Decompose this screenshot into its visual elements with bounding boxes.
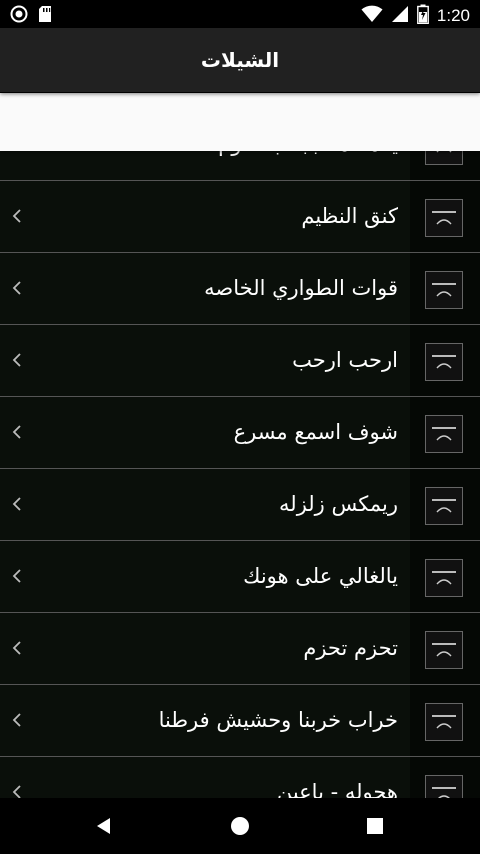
- songs-list[interactable]: يا هلا هلا بجدب علوم كنق النظيم قوات الط…: [0, 151, 480, 798]
- songs-list-inner: يا هلا هلا بجدب علوم كنق النظيم قوات الط…: [0, 151, 480, 798]
- list-item[interactable]: يالغالي على هونك: [0, 541, 480, 613]
- page-title: الشيلات: [200, 48, 280, 72]
- list-item-label: يا هلا هلا بجدب علوم: [218, 151, 398, 180]
- thumb-column: [410, 253, 480, 324]
- battery-icon: [417, 4, 429, 28]
- list-item-label: كنق النظيم: [301, 204, 398, 228]
- status-time: 1:20: [436, 6, 470, 25]
- sd-card-icon: [38, 5, 52, 27]
- list-item-label: ريمكس زلزله: [279, 492, 398, 516]
- wifi-icon: [361, 5, 383, 27]
- thumbnail-icon: [425, 775, 463, 798]
- chevron-left-icon: [12, 569, 21, 583]
- list-item-label: تحزم تحزم: [303, 636, 398, 660]
- back-button[interactable]: [90, 812, 118, 840]
- chevron-left-icon: [12, 497, 21, 511]
- list-item-label: قوات الطواري الخاصه: [204, 276, 398, 300]
- thumbnail-icon: [425, 343, 463, 381]
- thumbnail-icon: [425, 271, 463, 309]
- list-item[interactable]: شوف اسمع مسرع: [0, 397, 480, 469]
- list-item[interactable]: ارحب ارحب: [0, 325, 480, 397]
- recents-icon: [367, 818, 383, 834]
- list-item[interactable]: كنق النظيم: [0, 181, 480, 253]
- chevron-left-icon: [12, 785, 21, 798]
- thumb-column: [410, 613, 480, 684]
- home-button[interactable]: [226, 812, 254, 840]
- list-item-label: شوف اسمع مسرع: [233, 420, 398, 444]
- status-bar: 1:20: [0, 0, 480, 28]
- thumb-column: [410, 325, 480, 396]
- list-item-label: يالغالي على هونك: [243, 564, 398, 588]
- list-item[interactable]: قوات الطواري الخاصه: [0, 253, 480, 325]
- list-item-label: خراب خربنا وحشيش فرطنا: [158, 708, 398, 732]
- thumb-column: [410, 181, 480, 252]
- chevron-left-icon: [12, 641, 21, 655]
- list-item[interactable]: ريمكس زلزله: [0, 469, 480, 541]
- list-item[interactable]: يا هلا هلا بجدب علوم: [0, 151, 480, 181]
- thumbnail-icon: [425, 631, 463, 669]
- thumb-column: [410, 757, 480, 798]
- record-icon: [10, 5, 28, 27]
- thumbnail-icon: [425, 199, 463, 237]
- recents-button[interactable]: [361, 812, 389, 840]
- thumb-column: [410, 151, 480, 180]
- chevron-left-icon: [12, 425, 21, 439]
- thumb-column: [410, 685, 480, 756]
- thumbnail-icon: [425, 487, 463, 525]
- chevron-left-icon: [12, 209, 21, 223]
- list-item-label: هجوله - باعين: [276, 780, 398, 798]
- chevron-left-icon: [10, 151, 24, 153]
- chevron-left-icon: [12, 713, 21, 727]
- thumbnail-icon: [425, 415, 463, 453]
- header-strip: [0, 93, 480, 151]
- list-item-label: ارحب ارحب: [292, 348, 398, 372]
- thumbnail-icon: [425, 703, 463, 741]
- home-icon: [231, 817, 249, 835]
- thumbnail-icon: [425, 559, 463, 597]
- back-icon: [97, 818, 110, 834]
- chevron-left-icon: [12, 353, 21, 367]
- chevron-left-icon: [12, 281, 21, 295]
- navigation-bar: [0, 798, 480, 854]
- thumb-column: [410, 397, 480, 468]
- thumb-column: [410, 469, 480, 540]
- list-item[interactable]: تحزم تحزم: [0, 613, 480, 685]
- app-bar: الشيلات: [0, 28, 480, 92]
- list-item[interactable]: خراب خربنا وحشيش فرطنا: [0, 685, 480, 757]
- thumb-column: [410, 541, 480, 612]
- thumbnail-icon: [425, 151, 463, 165]
- signal-icon: [391, 5, 409, 27]
- list-item[interactable]: هجوله - باعين: [0, 757, 480, 798]
